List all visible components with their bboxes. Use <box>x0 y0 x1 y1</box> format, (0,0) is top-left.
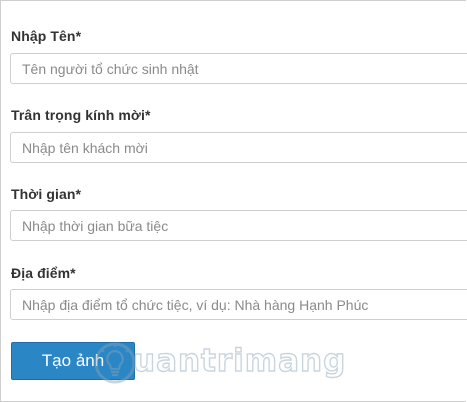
time-input[interactable] <box>10 210 467 241</box>
location-input[interactable] <box>10 289 467 320</box>
time-label: Thời gian* <box>11 186 82 202</box>
create-image-button[interactable]: Tạo ảnh <box>11 342 135 380</box>
name-input[interactable] <box>10 53 467 84</box>
name-label: Nhập Tên* <box>11 28 82 44</box>
form-panel: Nhập Tên* Trân trọng kính mời* Thời gian… <box>0 0 467 402</box>
guest-input[interactable] <box>10 132 467 163</box>
location-label: Địa điểm* <box>11 265 76 281</box>
watermark-text: uantrimang <box>132 342 347 379</box>
guest-label: Trân trọng kính mời* <box>11 107 151 123</box>
